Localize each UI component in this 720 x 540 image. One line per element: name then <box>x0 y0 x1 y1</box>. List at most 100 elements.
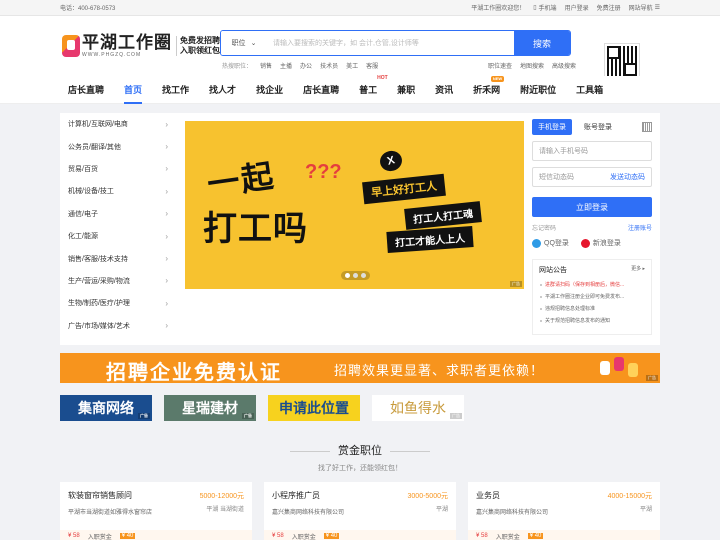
hero-banner[interactable]: 一起 打工吗 ??? X 早上好打工人 打工人打工魂 打工才能人上人 广告 <box>185 121 524 289</box>
ad-slot[interactable]: 如鱼得水 广告 <box>372 395 464 421</box>
login-button[interactable]: 立即登录 <box>532 197 652 217</box>
nav-item-toolbox[interactable]: 工具箱 <box>576 76 603 104</box>
category-list: 计算机/互联网/电商 › 公务员/翻译/其他 › 贸易/百货 › 机械/设备/技工 › … <box>60 113 176 337</box>
category-item[interactable]: 机械/设备/技工 › <box>60 180 176 202</box>
category-item[interactable]: 生物/制药/医疗/护理 › <box>60 292 176 314</box>
category-item[interactable]: 广告/市场/媒体/艺术 › <box>60 315 176 337</box>
hot-search-item[interactable]: 销售 <box>260 61 272 70</box>
site-nav-link[interactable]: 网站导航 ☰ <box>629 3 660 12</box>
nav-item-find-job[interactable]: 找工作 <box>162 76 189 104</box>
logo-name: 平湖工作圈 <box>82 33 172 52</box>
job-title: 软装窗帘销售顾问 <box>68 491 132 500</box>
search-input[interactable] <box>267 31 514 55</box>
forgot-password-link[interactable]: 忘记密码 <box>532 223 556 232</box>
chevron-right-icon: › <box>165 164 168 174</box>
nav-item-home[interactable]: 首页 <box>124 76 143 104</box>
category-item[interactable]: 计算机/互联网/电商 › <box>60 113 176 135</box>
search-type-select[interactable]: 职位 ⌄ <box>221 31 267 55</box>
banner-tag: 打工才能人上人 <box>386 226 474 253</box>
sms-code-field[interactable]: 短信动态码 发送动态码 <box>532 167 652 187</box>
advanced-search-link[interactable]: 高级搜索 <box>552 61 576 70</box>
job-company: 嘉兴集商网络科技有限公司 <box>272 510 345 516</box>
header: 平湖工作圈 WWW.PHGZQ.COM 免费发招聘 入职领红包 职位 ⌄ 搜索 … <box>0 16 720 79</box>
banner-headline-1: 一起 <box>205 157 278 203</box>
ad-row: 集商网络 广告 星瑞建材 广告 申请此位置 如鱼得水 广告 <box>60 395 660 425</box>
tab-phone-login[interactable]: 手机登录 <box>532 119 572 135</box>
hot-search-item[interactable]: 客服 <box>366 61 378 70</box>
nav-item-nearby-jobs[interactable]: 附近职位 <box>520 76 556 104</box>
ad-slot[interactable]: 申请此位置 <box>268 395 360 421</box>
job-reward-label: 入职赏金 <box>495 534 520 540</box>
job-bonus: ¥ 58 <box>68 533 80 539</box>
qq-login[interactable]: QQ登录 <box>532 238 569 248</box>
hot-search-item[interactable]: 美工 <box>346 61 358 70</box>
hot-search-item[interactable]: 办公 <box>300 61 312 70</box>
nav-item-find-company[interactable]: 找企业 <box>256 76 283 104</box>
job-reward-label: 入职赏金 <box>291 534 316 540</box>
hot-badge: HOT <box>377 74 388 81</box>
category-item[interactable]: 公务员/翻译/其他 › <box>60 135 176 157</box>
nav-item-zhehe[interactable]: 折禾网 NEW <box>473 75 505 104</box>
category-item[interactable]: 化工/能源 › <box>60 225 176 247</box>
send-code-button[interactable]: 发送动态码 <box>610 172 645 182</box>
category-item[interactable]: 通信/电子 › <box>60 203 176 225</box>
logo-url: WWW.PHGZQ.COM <box>82 52 142 58</box>
ad-label: 广告 <box>510 281 522 287</box>
job-card[interactable]: 软装窗帘销售顾问 5000-12000元 平湖 当湖街道 平湖市当湖街道如雅得水… <box>60 482 252 540</box>
notice-item[interactable]: 关于规范招聘信息发布的通知 <box>539 315 645 327</box>
carousel-dot[interactable] <box>361 273 366 278</box>
promo-subline: 招聘效果更显著、求职者更依赖！ <box>334 363 545 378</box>
notice-item[interactable]: 进群请扫码（保存到相册后，微信... <box>539 279 645 291</box>
register-link[interactable]: 免费注册 <box>597 3 621 12</box>
nav-item-find-talent[interactable]: 找人才 <box>209 76 236 104</box>
search-button[interactable]: 搜索 <box>514 31 570 55</box>
promo-headline: 招聘企业免费认证 <box>106 362 282 383</box>
notice-item[interactable]: 违规招聘信息处理标准 <box>539 303 645 315</box>
nav-item-store-hiring-2[interactable]: 店长直聘 <box>303 76 339 104</box>
job-lookup-link[interactable]: 职位速查 <box>488 61 512 70</box>
job-reward-tag: ¥ 40 <box>323 533 340 539</box>
job-title: 小程序推广员 <box>272 491 320 500</box>
tab-account-login[interactable]: 账号登录 <box>578 119 618 135</box>
phone-field[interactable]: 请输入手机号码 <box>532 141 652 161</box>
logo-slogan: 免费发招聘 入职领红包 <box>176 36 220 56</box>
carousel-dot[interactable] <box>353 273 358 278</box>
mobile-link[interactable]: ▯ 手机端 <box>533 3 556 12</box>
hot-search-item[interactable]: 技术员 <box>320 61 338 70</box>
ad-slot[interactable]: 星瑞建材 广告 <box>164 395 256 421</box>
qq-icon <box>532 238 541 248</box>
promo-illustration <box>596 355 646 381</box>
category-item[interactable]: 生产/营运/采购/物流 › <box>60 270 176 292</box>
category-item[interactable]: 贸易/百货 › <box>60 158 176 180</box>
banner-tag: 早上好打工人 <box>362 173 446 205</box>
chevron-right-icon: › <box>165 321 168 331</box>
nav-item-store-hiring[interactable]: 店长直聘 <box>68 76 104 104</box>
category-item[interactable]: 销售/客服/技术支持 › <box>60 247 176 269</box>
job-card[interactable]: 业务员 4000-15000元 平湖 嘉兴集商网络科技有限公司 ¥ 58 入职赏… <box>468 482 660 540</box>
weibo-login[interactable]: 新浪登录 <box>580 238 621 248</box>
ad-slot[interactable]: 集商网络 广告 <box>60 395 152 421</box>
banner-question-marks: ??? <box>305 161 342 183</box>
phone-icon: ▯ <box>533 5 537 11</box>
register-account-link[interactable]: 注册账号 <box>628 223 652 232</box>
job-bonus: ¥ 58 <box>476 533 488 539</box>
nav-item-part-time[interactable]: 兼职 <box>397 76 415 104</box>
job-salary: 4000-15000元 <box>607 493 652 500</box>
site-logo[interactable]: 平湖工作圈 WWW.PHGZQ.COM 免费发招聘 入职领红包 <box>62 34 220 58</box>
hot-search-item[interactable]: 主播 <box>280 61 292 70</box>
map-search-link[interactable]: 地图搜索 <box>520 61 544 70</box>
carousel-dot[interactable] <box>345 273 350 278</box>
login-link[interactable]: 用户登录 <box>565 3 589 12</box>
qr-login-icon[interactable] <box>642 122 652 132</box>
login-box: 手机登录 账号登录 请输入手机号码 短信动态码 发送动态码 立即登录 忘记密码 注… <box>532 119 652 248</box>
chevron-right-icon: › <box>165 209 168 219</box>
nav-item-general-worker[interactable]: 普工 HOT <box>359 75 388 104</box>
promo-banner[interactable]: 招聘企业免费认证 招聘效果更显著、求职者更依赖！ 广告 <box>60 353 660 383</box>
job-reward-tag: ¥ 40 <box>119 533 136 539</box>
nav-item-news[interactable]: 资讯 <box>435 76 453 104</box>
job-card[interactable]: 小程序推广员 3000-5000元 平湖 嘉兴集商网络科技有限公司 ¥ 58 入… <box>264 482 456 540</box>
top-links: 平湖工作圈欢迎您！ ▯ 手机端 用户登录 免费注册 网站导航 ☰ <box>471 3 660 12</box>
notice-title: 网站公告 <box>539 267 567 274</box>
notice-item[interactable]: 平湖工作圈注册企业即可免费发布... <box>539 291 645 303</box>
notice-more-link[interactable]: 更多 ▸ <box>631 265 645 275</box>
